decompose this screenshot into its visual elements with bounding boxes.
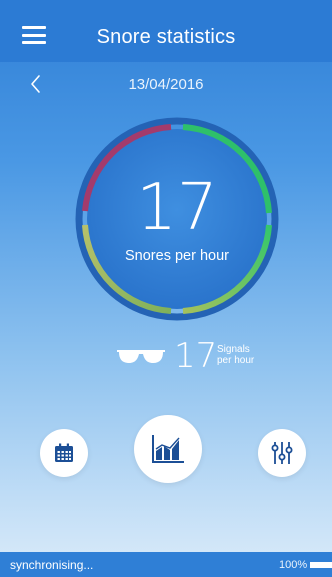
battery-level-fill xyxy=(310,562,332,568)
signals-label-line2: per hour xyxy=(217,355,255,366)
bar-chart-icon xyxy=(152,435,184,463)
snores-value: 17 xyxy=(136,171,218,245)
date-label: 13/04/2016 xyxy=(128,76,204,93)
page-title: Snore statistics xyxy=(96,26,236,48)
settings-sliders-button[interactable] xyxy=(258,429,306,477)
snore-ring-gauge: 17 Snores per hour xyxy=(74,116,280,322)
battery-level-bar xyxy=(310,562,332,568)
snores-label: Snores per hour xyxy=(125,248,229,264)
statistics-chart-button[interactable] xyxy=(134,415,202,483)
sync-status-text: synchronising... xyxy=(10,558,94,572)
sliders-icon xyxy=(271,442,293,464)
calendar-icon xyxy=(55,443,73,462)
signals-value: 17 xyxy=(174,336,218,376)
glasses-icon xyxy=(117,350,165,363)
top-app-bar: Snore statistics xyxy=(0,0,332,62)
sync-status-bar: synchronising... 100% xyxy=(0,552,332,577)
signals-label: Signals per hour xyxy=(217,344,254,366)
calendar-button[interactable] xyxy=(40,429,88,477)
battery-percentage: 100% xyxy=(279,559,308,571)
signals-label-line1: Signals xyxy=(217,344,250,355)
signals-row: 17 Signals per hour xyxy=(0,336,332,376)
